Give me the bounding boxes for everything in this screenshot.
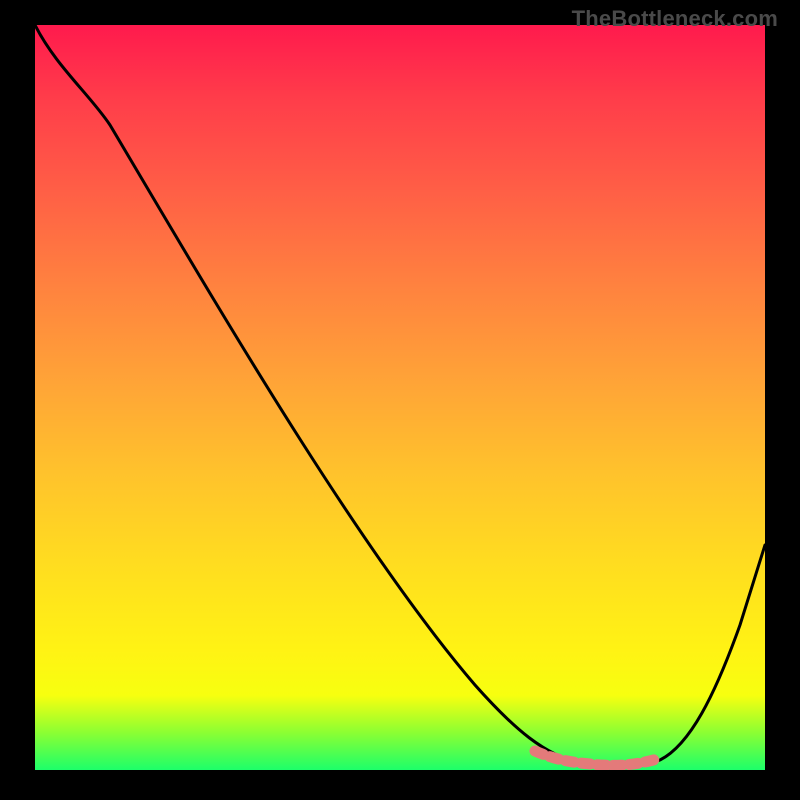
chart-plot-area — [35, 25, 765, 770]
chart-frame: TheBottleneck.com — [0, 0, 800, 800]
chart-svg — [35, 25, 765, 770]
bottleneck-curve — [35, 25, 765, 766]
highlight-segment — [535, 751, 657, 765]
watermark-text: TheBottleneck.com — [572, 6, 778, 32]
